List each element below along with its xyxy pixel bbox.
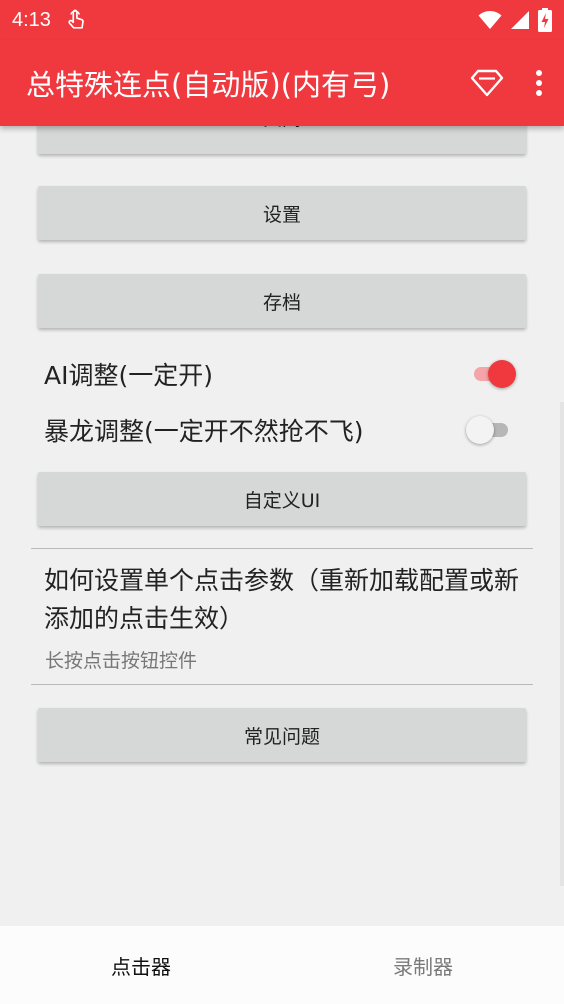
save-button[interactable]: 存档 <box>38 274 526 328</box>
bottom-nav: 点击器 录制器 <box>0 926 564 1004</box>
settings-button[interactable]: 设置 <box>38 186 526 240</box>
divider <box>31 548 533 549</box>
ai-adjust-switch[interactable] <box>472 360 516 388</box>
tyrannosaur-adjust-row[interactable]: 暴龙调整(一定开不然抢不飞) <box>44 406 514 454</box>
status-time: 4:13 <box>12 8 51 31</box>
scrollbar[interactable] <box>560 402 564 886</box>
custom-ui-button-label: 自定义UI <box>243 489 321 512</box>
tyrannosaur-adjust-switch[interactable] <box>466 416 512 444</box>
ai-adjust-row[interactable]: AI调整(一定开) <box>44 350 516 398</box>
more-vert-icon[interactable] <box>534 69 544 97</box>
switch-thumb <box>488 360 516 388</box>
custom-ui-button[interactable]: 自定义UI <box>38 472 526 526</box>
divider <box>31 684 533 685</box>
switch-thumb <box>466 416 494 444</box>
close-button-label: 关闭 <box>263 126 301 131</box>
signal-icon <box>511 11 529 29</box>
click-params-title[interactable]: 如何设置单个点击参数（重新加载配置或新添加的点击生效） <box>44 562 534 638</box>
status-bar: 4:13 <box>0 0 564 40</box>
diamond-icon[interactable] <box>470 69 504 97</box>
status-icons <box>478 8 552 32</box>
wifi-icon <box>478 11 502 29</box>
settings-content[interactable]: 关闭 设置 存档 AI调整(一定开) 暴龙调整(一定开不然抢不飞) 自定义UI … <box>0 126 564 926</box>
tyrannosaur-adjust-label: 暴龙调整(一定开不然抢不飞) <box>44 417 364 446</box>
click-params-summary: 长按点击按钮控件 <box>45 650 198 672</box>
ai-adjust-label: AI调整(一定开) <box>44 361 213 390</box>
app-actions <box>470 69 544 97</box>
faq-button[interactable]: 常见问题 <box>38 708 526 762</box>
save-button-label: 存档 <box>262 291 301 314</box>
app-bar: 总特殊连点(自动版)(内有弓) <box>0 40 564 126</box>
touch-icon <box>68 9 84 29</box>
settings-button-label: 设置 <box>262 203 301 226</box>
close-button[interactable]: 关闭 <box>38 126 526 154</box>
faq-button-label: 常见问题 <box>243 725 320 748</box>
app-title: 总特殊连点(自动版)(内有弓) <box>26 68 391 102</box>
nav-recorder-tab[interactable]: 录制器 <box>282 926 564 1004</box>
battery-icon <box>538 8 552 32</box>
nav-clicker-tab[interactable]: 点击器 <box>0 926 282 1004</box>
